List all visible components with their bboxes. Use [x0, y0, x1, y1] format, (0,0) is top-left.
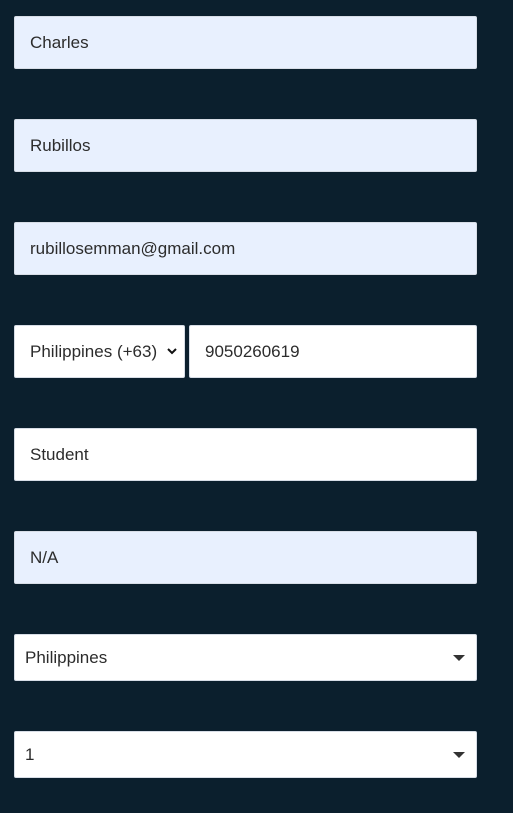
first-name-value: Charles	[30, 32, 89, 52]
last-name-value: Rubillos	[30, 135, 91, 155]
email-value: rubillosemman@gmail.com	[30, 238, 236, 258]
caret-down-icon	[453, 752, 465, 758]
country-value: Philippines	[25, 647, 108, 667]
company-value: N/A	[30, 547, 59, 567]
count-value: 1	[25, 744, 35, 764]
last-name-field[interactable]: Rubillos	[14, 119, 477, 172]
country-code-value: Philippines (+63)	[30, 341, 158, 361]
country-code-select[interactable]: Philippines (+63)	[14, 325, 185, 378]
caret-down-icon	[453, 655, 465, 661]
count-dropdown[interactable]: 1	[14, 731, 477, 778]
phone-number-field[interactable]: 9050260619	[189, 325, 477, 378]
country-dropdown[interactable]: Philippines	[14, 634, 477, 681]
company-field[interactable]: N/A	[14, 531, 477, 584]
job-title-field[interactable]: Student	[14, 428, 477, 481]
phone-number-value: 9050260619	[205, 341, 300, 361]
phone-row: Philippines (+63) 9050260619	[14, 325, 477, 378]
chevron-down-icon	[167, 348, 177, 355]
first-name-field[interactable]: Charles	[14, 16, 477, 69]
email-field[interactable]: rubillosemman@gmail.com	[14, 222, 477, 275]
job-title-value: Student	[30, 444, 89, 464]
